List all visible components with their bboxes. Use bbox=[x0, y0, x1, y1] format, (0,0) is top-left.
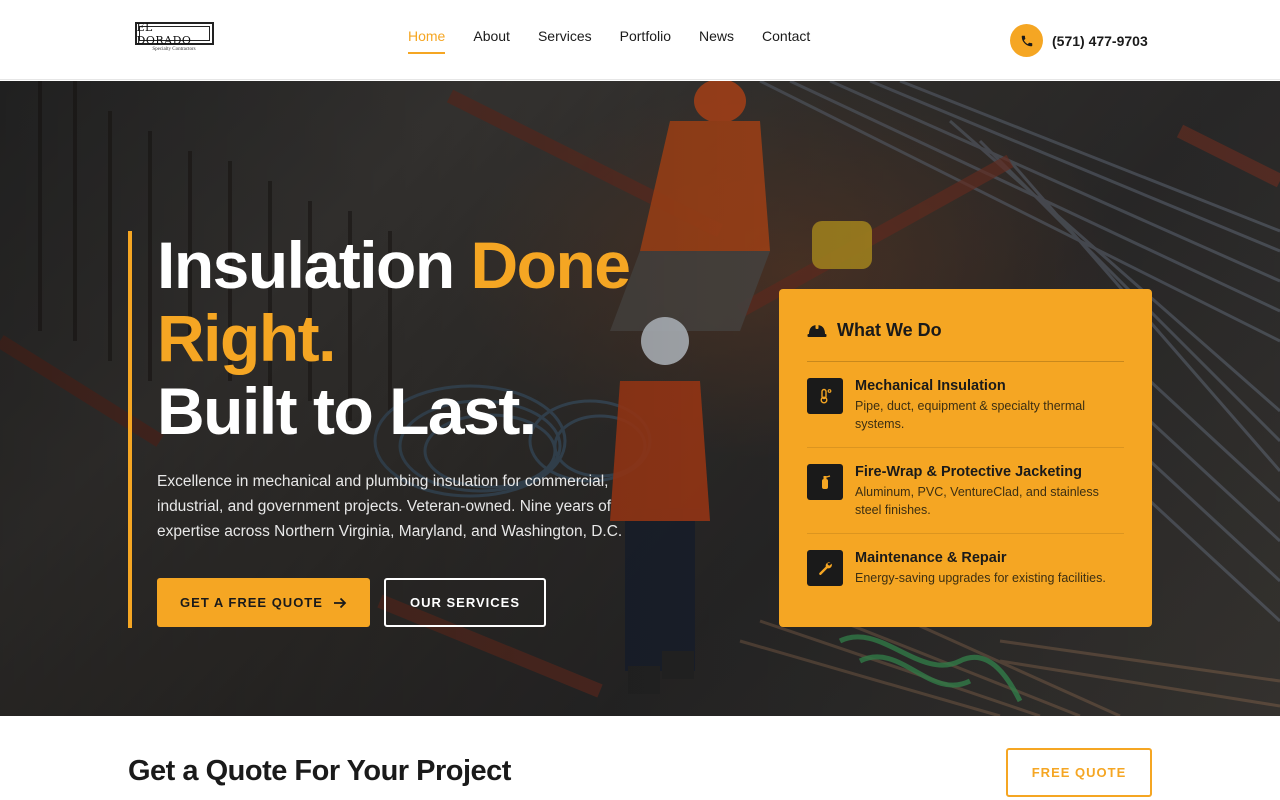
service-item-fire-wrap[interactable]: Fire-Wrap & Protective Jacketing Aluminu… bbox=[807, 448, 1124, 534]
quote-cta-section: Get a Quote For Your Project FREE QUOTE bbox=[0, 716, 1280, 800]
phone-number: (571) 477-9703 bbox=[1052, 32, 1148, 49]
service-name: Mechanical Insulation bbox=[855, 378, 1006, 394]
hero-title: Insulation Done Right. Built to Last. bbox=[157, 229, 677, 448]
service-description: Energy-saving upgrades for existing faci… bbox=[855, 571, 1106, 585]
hard-hat-icon bbox=[807, 323, 827, 337]
hero-title-right: Right. bbox=[157, 301, 336, 375]
wrench-icon bbox=[807, 550, 843, 586]
service-name: Maintenance & Repair bbox=[855, 550, 1007, 566]
site-header: EL DORADO Specialty Contractors Home Abo… bbox=[0, 0, 1280, 80]
service-item-maintenance-repair[interactable]: Maintenance & Repair Energy-saving upgra… bbox=[807, 534, 1124, 601]
fire-extinguisher-icon bbox=[807, 464, 843, 500]
hero-title-line1: Insulation bbox=[157, 228, 471, 302]
our-services-button[interactable]: OUR SERVICES bbox=[384, 578, 546, 627]
card-header: What We Do bbox=[807, 317, 1124, 343]
arrow-right-icon bbox=[333, 597, 347, 608]
nav-item-news[interactable]: News bbox=[699, 28, 734, 54]
card-title: What We Do bbox=[837, 319, 942, 340]
hero-section: Insulation Done Right. Built to Last. Ex… bbox=[0, 81, 1280, 716]
phone-contact[interactable]: (571) 477-9703 bbox=[1010, 24, 1148, 57]
get-free-quote-button[interactable]: GET A FREE QUOTE bbox=[157, 578, 370, 627]
hero-title-line3: Built to Last. bbox=[157, 374, 537, 448]
nav-item-portfolio[interactable]: Portfolio bbox=[620, 28, 671, 54]
logo-box: EL DORADO bbox=[134, 20, 214, 47]
thermometer-icon bbox=[807, 378, 843, 414]
service-name: Fire-Wrap & Protective Jacketing bbox=[855, 464, 1082, 480]
hero-description: Excellence in mechanical and plumbing in… bbox=[157, 473, 623, 540]
nav-item-about[interactable]: About bbox=[473, 28, 510, 54]
hero-title-done: Done bbox=[470, 228, 632, 302]
service-description: Aluminum, PVC, VentureClad, and stainles… bbox=[855, 485, 1099, 517]
nav-item-home[interactable]: Home bbox=[408, 28, 446, 54]
logo-subtext: Specialty Contractors bbox=[152, 47, 196, 52]
phone-icon bbox=[1010, 24, 1043, 57]
quote-cta-title: Get a Quote For Your Project bbox=[128, 755, 511, 787]
what-we-do-card: What We Do Mechanical Insulation Pipe, d… bbox=[779, 289, 1152, 627]
free-quote-button[interactable]: FREE QUOTE bbox=[1006, 748, 1152, 797]
nav-item-contact[interactable]: Contact bbox=[762, 28, 810, 54]
logo[interactable]: EL DORADO Specialty Contractors bbox=[134, 20, 214, 58]
service-item-mechanical-insulation[interactable]: Mechanical Insulation Pipe, duct, equipm… bbox=[807, 362, 1124, 448]
nav-item-services[interactable]: Services bbox=[538, 28, 592, 54]
service-description: Pipe, duct, equipment & specialty therma… bbox=[855, 399, 1085, 431]
logo-text: EL DORADO bbox=[136, 20, 192, 47]
get-free-quote-label: GET A FREE QUOTE bbox=[180, 595, 323, 610]
main-nav: Home About Services Portfolio News Conta… bbox=[408, 28, 838, 54]
hero-accent-bar bbox=[128, 231, 132, 628]
